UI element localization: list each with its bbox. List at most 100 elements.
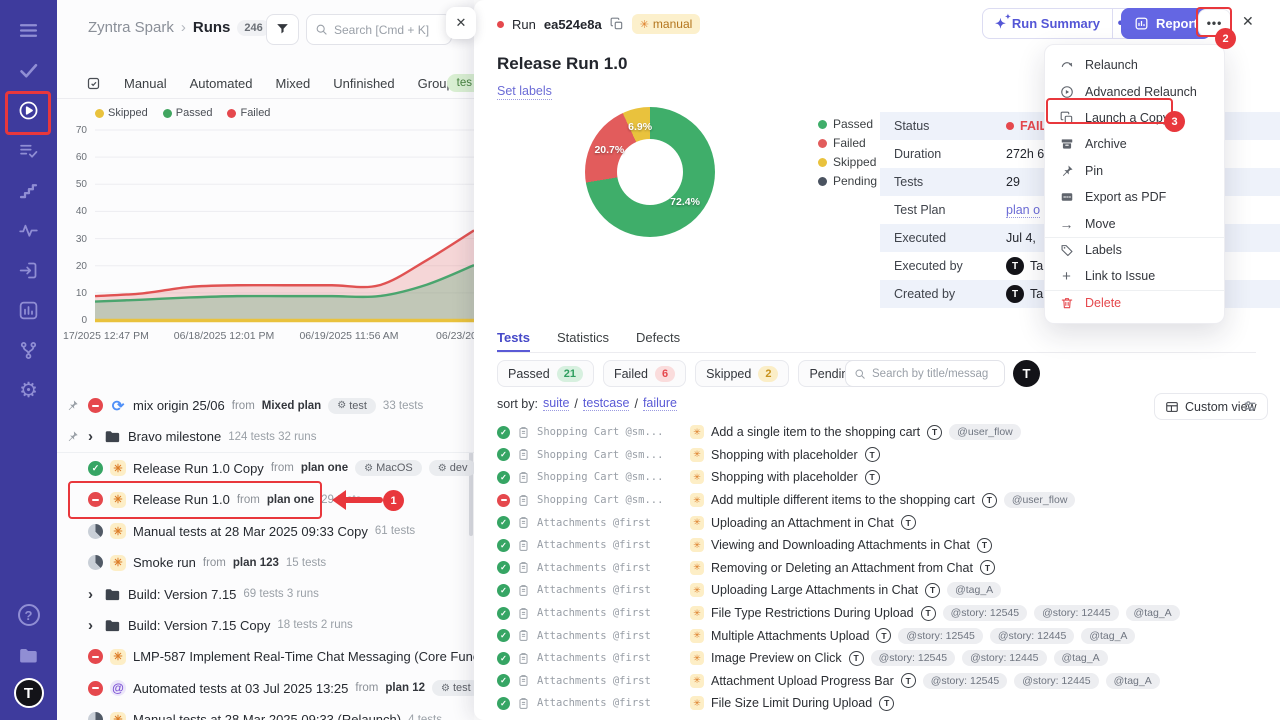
sort-link-failure[interactable]: failure xyxy=(643,396,677,411)
chevron-right-icon[interactable]: › xyxy=(88,586,97,603)
menu-item-advanced-relaunch[interactable]: Advanced Relaunch xyxy=(1045,78,1224,104)
run-row[interactable]: ✳LMP-587 Implement Real-Time Chat Messag… xyxy=(57,641,474,672)
test-row[interactable]: ✓Attachments @first✳File Type Restrictio… xyxy=(497,602,1278,625)
assignee-avatar-button[interactable]: T xyxy=(1013,360,1040,387)
runs-search[interactable] xyxy=(306,14,452,45)
sparkle-icon: ✦✦ xyxy=(995,16,1006,32)
runs-tab-automated[interactable]: Automated xyxy=(190,76,253,91)
tag-chip[interactable]: tes xyxy=(447,74,474,92)
test-tag: @story: 12445 xyxy=(962,650,1046,666)
test-row[interactable]: ✓Attachments @first✳Viewing and Download… xyxy=(497,534,1278,557)
box-arrow-icon[interactable] xyxy=(12,253,46,287)
menu-item-delete[interactable]: Delete xyxy=(1045,290,1224,316)
tab-tests[interactable]: Tests xyxy=(497,330,530,352)
test-row[interactable]: ✓Attachments @first✳Removing or Deleting… xyxy=(497,557,1278,580)
runs-search-input[interactable] xyxy=(334,23,443,37)
sort-link-testcase[interactable]: testcase xyxy=(583,396,630,411)
run-group-row[interactable]: ›Build: Version 7.15 Copy18 tests 2 runs xyxy=(57,610,474,641)
run-plan-link[interactable]: plan one xyxy=(267,494,314,506)
test-row[interactable]: ✓Shopping Cart @sm...✳Add a single item … xyxy=(497,421,1278,444)
run-plan-link[interactable]: plan 12 xyxy=(385,682,425,694)
tab-statistics[interactable]: Statistics xyxy=(557,330,609,352)
runs-panel-close-button[interactable]: ✕ xyxy=(446,7,476,39)
test-row[interactable]: ✓Attachments @first✳File Size Limit Duri… xyxy=(497,692,1278,715)
donut-legend-passed: Passed xyxy=(818,117,877,131)
menu-item-export-as-pdf[interactable]: Export as PDF xyxy=(1045,184,1224,210)
list-check-icon[interactable] xyxy=(12,133,46,167)
result-filters: Passed21Failed6Skipped2Pending0 xyxy=(497,360,893,387)
assignee-avatar: T xyxy=(901,515,916,530)
bar-chart-icon[interactable] xyxy=(12,293,46,327)
breadcrumb-project[interactable]: Zyntra Spark xyxy=(88,19,174,36)
menu-item-move[interactable]: →Move xyxy=(1045,210,1224,236)
run-row[interactable]: ⟳mix origin 25/06fromMixed plan⚙test33 t… xyxy=(57,390,474,421)
pulse-icon[interactable] xyxy=(12,213,46,247)
play-icon[interactable] xyxy=(12,93,46,127)
run-plan-link[interactable]: plan one xyxy=(301,462,348,474)
folder-icon[interactable] xyxy=(12,638,46,672)
tests-search[interactable] xyxy=(845,360,1005,387)
stairs-icon[interactable] xyxy=(12,173,46,207)
test-row[interactable]: ✓Attachments @first✳Multiple Attachments… xyxy=(497,624,1278,647)
test-row[interactable]: ✓Shopping Cart @sm...✳Shopping with plac… xyxy=(497,444,1278,467)
run-group-row[interactable]: ›Build: Version 7.1569 tests 3 runs xyxy=(57,578,474,609)
runs-tab-mixed[interactable]: Mixed xyxy=(276,76,311,91)
menu-item-archive[interactable]: Archive xyxy=(1045,131,1224,157)
test-plan-link[interactable]: plan o xyxy=(1006,203,1040,218)
gear-icon[interactable]: ⚙ xyxy=(12,373,46,407)
test-row[interactable]: ✓Attachments @first✳Uploading an Attachm… xyxy=(497,511,1278,534)
run-plan-link[interactable]: plan 123 xyxy=(233,557,279,569)
check-icon[interactable] xyxy=(12,53,46,87)
test-row[interactable]: ✓Attachments @first✳Attachment Upload Pr… xyxy=(497,670,1278,693)
run-summary-button[interactable]: ✦✦ Run Summary xyxy=(983,9,1112,38)
set-labels-link[interactable]: Set labels xyxy=(497,84,552,100)
detail-close-button[interactable]: ✕ xyxy=(1242,13,1254,30)
y-axis-tick: 60 xyxy=(61,152,87,163)
tag-icon xyxy=(1059,243,1074,257)
run-row[interactable]: @Automated tests at 03 Jul 2025 13:25fro… xyxy=(57,673,474,704)
test-tag: @tag_A xyxy=(947,582,1001,598)
run-row[interactable]: ✳Manual tests at 28 Mar 2025 09:33 Copy6… xyxy=(57,516,474,547)
chevron-right-icon[interactable]: › xyxy=(88,617,97,634)
run-plan-link[interactable]: Mixed plan xyxy=(262,400,321,412)
menu-item-pin[interactable]: Pin xyxy=(1045,158,1224,184)
menu-item-link-to-issue[interactable]: +Link to Issue xyxy=(1045,263,1224,289)
filter-chip-skipped[interactable]: Skipped2 xyxy=(695,360,789,387)
test-row[interactable]: ✓Attachments @first✳Image Preview on Cli… xyxy=(497,647,1278,670)
menu-item-launch-a-copy[interactable]: Launch a Copy xyxy=(1045,105,1224,131)
tests-search-input[interactable] xyxy=(872,368,996,380)
test-row[interactable]: Shopping Cart @sm...✳Add multiple differ… xyxy=(497,489,1278,512)
runs-tab-manual[interactable]: Manual xyxy=(124,76,167,91)
menu-item-labels[interactable]: Labels xyxy=(1045,237,1224,263)
y-axis-tick: 10 xyxy=(61,288,87,299)
run-row[interactable]: ✳Manual tests at 28 Mar 2025 09:33 (Rela… xyxy=(57,704,474,720)
run-type-chip: ✳manual xyxy=(632,14,701,34)
sort-link-suite[interactable]: suite xyxy=(543,396,569,411)
menu-icon[interactable] xyxy=(12,13,46,47)
test-tag: @story: 12545 xyxy=(898,628,982,644)
run-row[interactable]: ✳Smoke runfromplan 12315 tests xyxy=(57,547,474,578)
test-row[interactable]: ✓Attachments @first✳Uploading Large Atta… xyxy=(497,579,1278,602)
runs-tab-unfinished[interactable]: Unfinished xyxy=(333,76,394,91)
branch-icon[interactable] xyxy=(12,333,46,367)
run-detail-panel: Run ea524e8a ✳manual ✦✦ Run Summary ••• … xyxy=(474,0,1280,720)
filter-chip-failed[interactable]: Failed6 xyxy=(603,360,686,387)
select-runs-icon[interactable] xyxy=(86,76,101,91)
status-progress-icon xyxy=(88,524,103,539)
help-icon[interactable]: ? xyxy=(12,598,46,632)
tab-defects[interactable]: Defects xyxy=(636,330,680,352)
run-row[interactable]: ✓✳Release Run 1.0 Copyfromplan one⚙MacOS… xyxy=(57,453,474,484)
test-row[interactable]: ✓Shopping Cart @sm...✳Shopping with plac… xyxy=(497,466,1278,489)
run-row[interactable]: ✳Release Run 1.0fromplan one29 tests xyxy=(57,484,474,515)
filter-button[interactable] xyxy=(266,14,299,45)
sidebar-avatar[interactable]: T xyxy=(14,678,44,708)
menu-item-relaunch[interactable]: Relaunch xyxy=(1045,52,1224,78)
filter-chip-passed[interactable]: Passed21 xyxy=(497,360,594,387)
search-icon xyxy=(315,23,328,36)
y-axis-tick: 0 xyxy=(61,315,87,326)
copy-icon[interactable] xyxy=(610,17,624,31)
more-actions-button[interactable]: ••• xyxy=(1198,9,1231,37)
run-group-row[interactable]: ›Bravo milestone124 tests 32 runs xyxy=(57,421,474,452)
chevron-right-icon[interactable]: › xyxy=(88,428,97,445)
view-settings-icon[interactable] xyxy=(1242,398,1258,419)
